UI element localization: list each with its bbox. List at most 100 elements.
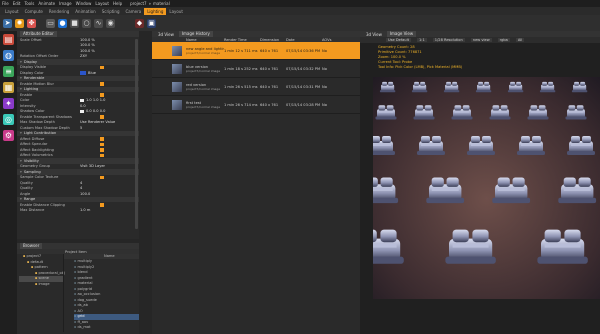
attribute-label: Display Color [20,70,44,75]
tab-3d-view[interactable]: 3d View [155,32,177,37]
camera-tool-icon[interactable]: ◉ [106,18,115,28]
render-info: Geometry Count: 28 Primitive Count: 77687… [360,43,600,70]
select-tool-icon[interactable]: ➤ [3,18,12,28]
menu-item-help[interactable]: Help [113,1,122,6]
menu-item-image[interactable]: Image [59,1,72,6]
menu-item-layout[interactable]: Layout [95,1,109,6]
attribute-value[interactable]: Visit 3D Layer [80,164,105,168]
history-sub: project7/normal image [186,104,221,109]
image-view-option[interactable]: 1:1 [417,38,427,42]
column-header[interactable]: Date [286,38,322,42]
menu-item-file[interactable]: File [2,1,9,6]
column-header[interactable]: Dimension [260,38,286,42]
attribute-scrollbar[interactable] [135,39,138,229]
menu-item-edit[interactable]: Edit [13,1,21,6]
menu-item-tools[interactable]: Tools [24,1,34,6]
menu-item-animate[interactable]: Animate [38,1,55,6]
attribute-value[interactable]: 1.0 1.0 1.0 [86,98,105,102]
tree-item[interactable]: ▪image [19,282,63,288]
file-label: ds_ab [77,303,88,307]
attribute-checkbox[interactable] [100,175,104,179]
column-header[interactable]: AOVs [322,38,336,42]
attribute-value[interactable]: ZXY [80,54,87,58]
attribute-checkbox[interactable] [100,142,104,146]
attribute-checkbox[interactable] [100,115,104,119]
history-row[interactable]: new angle and lighting project7/normal im… [152,42,360,60]
attribute-value[interactable]: Blue [88,71,96,75]
attribute-checkbox[interactable] [100,148,104,152]
plane-tool-icon[interactable]: ▭ [46,18,55,28]
history-row[interactable]: first test project7/normal image 1 min 26 … [152,96,360,114]
image-view-option[interactable]: All [515,38,525,42]
texture-icon[interactable]: ▦ [3,82,14,93]
camera-icon[interactable]: ◎ [3,114,14,125]
attribute-value[interactable]: 0.0 0.0 0.0 [86,109,105,113]
attribute-checkbox[interactable] [100,82,104,86]
attribute-checkbox[interactable] [100,93,104,97]
render-icon[interactable]: ◆ [135,18,144,28]
material-icon[interactable]: ◍ [3,50,14,61]
layout-tab[interactable]: Rendering [46,8,72,15]
attribute-icon[interactable]: ▤ [3,34,14,45]
layout-tab[interactable]: Lighting [144,8,167,15]
layout-tab[interactable]: Scripting [99,8,123,15]
file-label: grid [77,314,85,318]
attribute-value[interactable]: 100.0 [80,192,90,196]
layout-tab[interactable]: Camera [123,8,145,15]
history-time: 1 min 18 s 252 ms [224,66,258,71]
tree-item-label: scene [38,276,49,280]
layout-tab[interactable]: Compute [22,8,46,15]
image-view-option[interactable]: rgba [497,38,510,42]
attribute-value[interactable]: 1.0 m [80,208,90,212]
attribute-value[interactable]: 4 [80,181,82,185]
render-settings-icon[interactable]: ⚙ [3,130,14,141]
attribute-checkbox[interactable] [100,203,104,207]
attribute-value[interactable]: 100.0 % [80,38,95,42]
color-swatch[interactable] [80,71,86,75]
color-swatch[interactable] [80,109,84,113]
attribute-row: Max Distance 1.0 m [17,208,139,214]
tab-image-view[interactable]: Image View [386,31,417,37]
sphere-tool-icon[interactable]: ● [58,18,67,28]
layer-icon[interactable]: ≡ [3,66,14,77]
attribute-value[interactable]: 0.0 [80,104,86,108]
attribute-value[interactable]: 100.0 % [80,43,95,47]
crop-icon[interactable]: ▣ [147,18,156,28]
layout-tab[interactable]: Animation [72,8,98,15]
cube-tool-icon[interactable]: ■ [70,18,79,28]
browser-path[interactable]: Project Item [65,250,87,254]
attribute-value[interactable]: 100.0 % [80,49,95,53]
column-header[interactable]: Render Time [224,38,260,42]
tab-3d-view-2[interactable]: 3d View [363,32,385,37]
curve-tool-icon[interactable]: ∿ [94,18,103,28]
tab-image-history[interactable]: Image History [178,31,213,37]
browser-tab[interactable]: Browser [20,243,43,249]
layout-tab[interactable]: Layout [166,8,186,15]
history-row[interactable]: blue version project7/normal image 1 min 1… [152,60,360,78]
attribute-checkbox[interactable] [100,153,104,157]
file-item[interactable]: ▫ds_mat [74,325,139,331]
image-view-option[interactable]: 1/28 Resolution [432,38,465,42]
menu-item-window[interactable]: Window [76,1,92,6]
ring-tool-icon[interactable]: ○ [82,18,91,28]
attribute-checkbox[interactable] [100,137,104,141]
layout-tab[interactable]: Layout [2,8,22,15]
light-tool-icon[interactable]: ✹ [15,18,24,28]
attribute-checkbox[interactable] [100,65,104,69]
image-view-option[interactable]: Use Default [386,38,411,42]
attribute-label: Custom Max Shadow Depth [20,125,70,130]
attribute-editor-tab[interactable]: Attribute Editor [20,31,57,37]
attribute-value[interactable]: 4 [80,186,82,190]
color-swatch[interactable] [80,98,84,102]
image-view-option[interactable]: new view [470,38,492,42]
attribute-value[interactable]: Use Renderer Value [80,120,115,124]
move-tool-icon[interactable]: ✥ [27,18,36,28]
attribute-value[interactable]: 5 [80,126,82,130]
file-label: ff_aov [77,319,89,324]
light-icon[interactable]: ✦ [3,98,14,109]
attribute-label: Geometry Group [20,164,51,169]
section-arrow-icon: ▾ [20,76,22,81]
history-row[interactable]: red version project7/normal image 1 min 26… [152,78,360,96]
layout-tabs: Layout Compute Rendering Animation Scripting… [0,7,600,15]
column-header[interactable]: Name [152,38,224,42]
